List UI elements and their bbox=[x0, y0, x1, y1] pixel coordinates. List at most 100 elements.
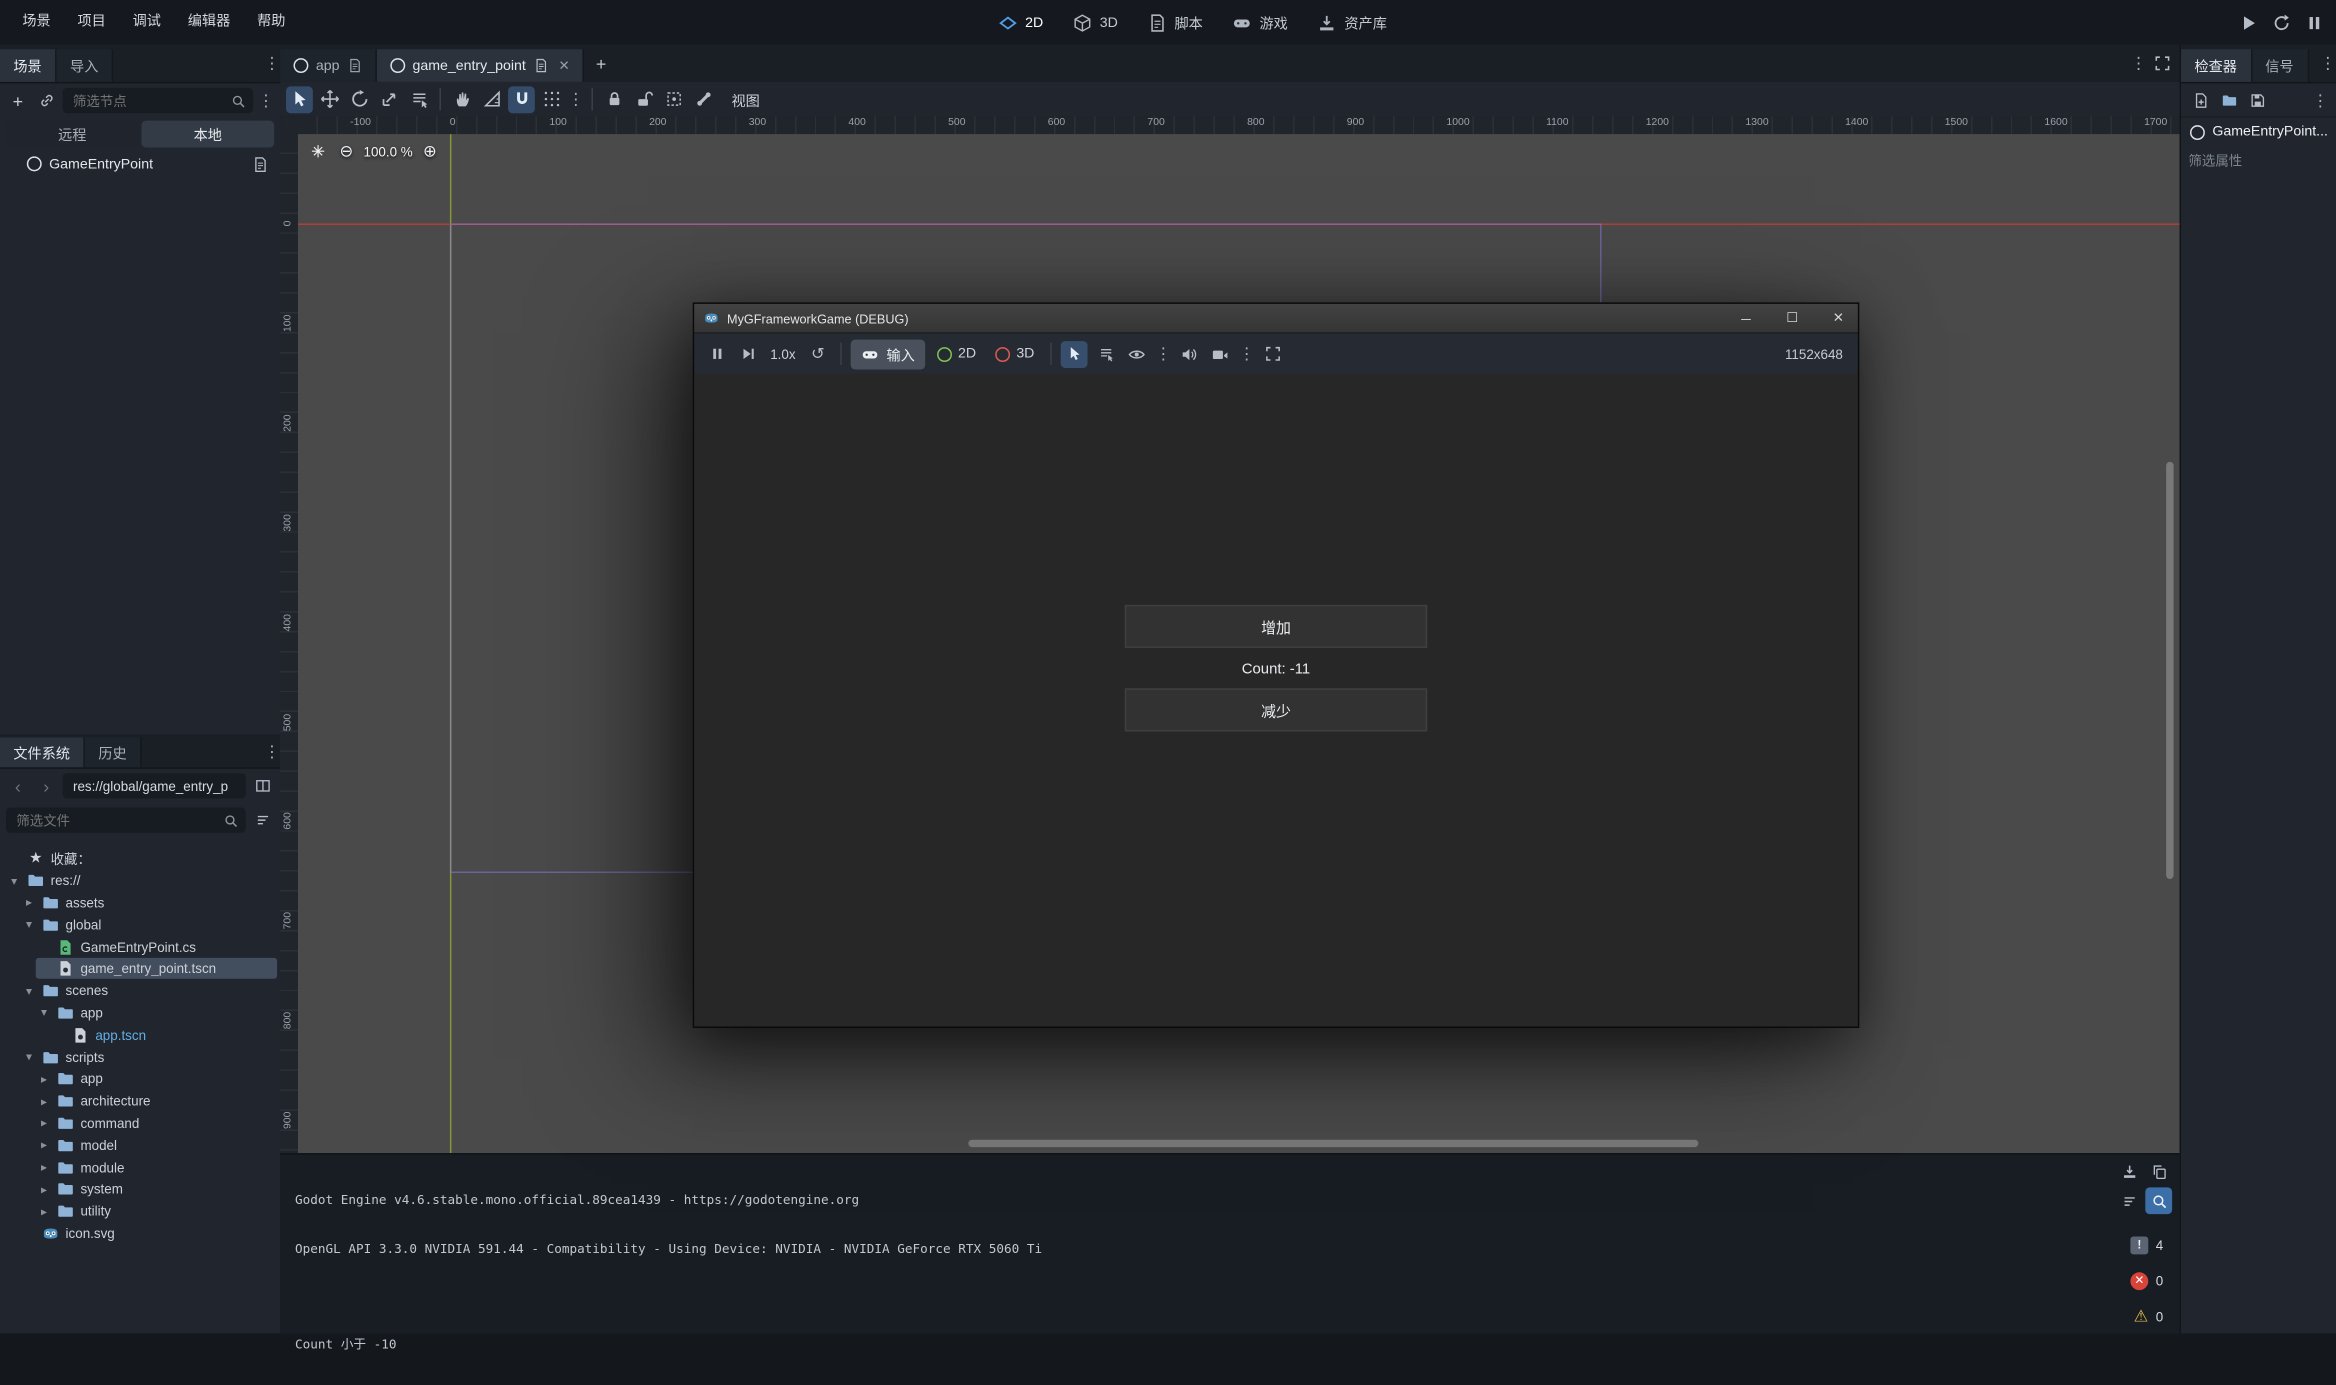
log-count-badge[interactable]: ! 4 bbox=[2130, 1235, 2167, 1254]
camera-menu-icon[interactable]: ⋮ bbox=[1239, 344, 1255, 363]
file-row[interactable]: icon.svg bbox=[0, 1222, 280, 1244]
game-window-titlebar[interactable]: MyGFrameworkGame (DEBUG) ─ ☐ ✕ bbox=[694, 304, 1858, 334]
tree-arrow-icon[interactable]: ▾ bbox=[22, 918, 35, 931]
inspected-node-row[interactable]: GameEntryPoint... bbox=[2181, 118, 2336, 146]
maximize-icon[interactable]: ☐ bbox=[1773, 304, 1812, 332]
increase-button[interactable]: 增加 bbox=[1125, 605, 1427, 648]
next-frame-icon[interactable] bbox=[734, 340, 761, 367]
copy-log-icon[interactable] bbox=[2145, 1158, 2172, 1185]
tree-arrow-icon[interactable]: ▸ bbox=[37, 1094, 50, 1107]
file-row[interactable]: ▾scripts bbox=[0, 1046, 280, 1068]
file-row[interactable]: ★收藏： bbox=[0, 848, 280, 870]
tree-arrow-icon[interactable]: ▾ bbox=[37, 1006, 50, 1019]
decrease-button[interactable]: 减少 bbox=[1125, 688, 1427, 731]
file-row[interactable]: ▸command bbox=[0, 1112, 280, 1134]
restart-icon[interactable] bbox=[2267, 9, 2294, 36]
tab-filesystem[interactable]: 文件系统 bbox=[0, 737, 85, 767]
split-mode-icon[interactable] bbox=[250, 774, 274, 798]
tree-arrow-icon[interactable]: ▾ bbox=[22, 984, 35, 997]
open-script-icon[interactable] bbox=[247, 152, 271, 176]
minimize-icon[interactable]: ─ bbox=[1727, 304, 1766, 332]
mode-2d-radio[interactable]: 2D bbox=[930, 346, 984, 362]
expand-viewport-icon[interactable] bbox=[2150, 51, 2174, 75]
camera-override-icon[interactable] bbox=[1207, 340, 1234, 367]
file-row[interactable]: ▸assets bbox=[0, 892, 280, 914]
pause-game-icon[interactable] bbox=[703, 340, 730, 367]
file-row[interactable]: ▸utility bbox=[0, 1200, 280, 1222]
scale-tool-icon[interactable] bbox=[375, 86, 402, 113]
tree-arrow-icon[interactable]: ▸ bbox=[37, 1183, 50, 1196]
file-row[interactable]: ▸model bbox=[0, 1134, 280, 1156]
file-row[interactable]: ▸app bbox=[0, 1068, 280, 1090]
local-button[interactable]: 本地 bbox=[142, 121, 275, 148]
tree-arrow-icon[interactable]: ▸ bbox=[37, 1205, 50, 1218]
node-filter-input[interactable] bbox=[70, 92, 226, 110]
zoom-level[interactable]: 100.0 % bbox=[364, 144, 413, 159]
play-icon[interactable] bbox=[2235, 9, 2262, 36]
tree-arrow-icon[interactable]: ▾ bbox=[7, 874, 20, 887]
load-resource-icon[interactable] bbox=[2217, 88, 2241, 112]
file-row[interactable]: ▾app bbox=[0, 1002, 280, 1024]
scene-tree-menu-icon[interactable]: ⋮ bbox=[258, 91, 274, 110]
tree-arrow-icon[interactable]: ▸ bbox=[22, 896, 35, 909]
close-tab-icon[interactable]: ✕ bbox=[559, 57, 570, 73]
h-scrollbar[interactable] bbox=[968, 1140, 1698, 1147]
resource-menu-icon[interactable]: ⋮ bbox=[2312, 90, 2328, 109]
workspace-game[interactable]: 游戏 bbox=[1222, 7, 1298, 37]
file-row[interactable]: ▾global bbox=[0, 914, 280, 936]
nav-forward-icon[interactable]: › bbox=[34, 774, 58, 798]
tab-inspector[interactable]: 检查器 bbox=[2181, 49, 2252, 82]
visibility-icon[interactable] bbox=[1124, 340, 1151, 367]
selection-menu-icon[interactable]: ⋮ bbox=[1155, 344, 1171, 363]
mute-audio-icon[interactable] bbox=[1176, 340, 1203, 367]
zoom-in-icon[interactable]: ⊕ bbox=[419, 140, 441, 162]
zoom-out-icon[interactable]: ⊖ bbox=[335, 140, 357, 162]
file-row[interactable]: ▸module bbox=[0, 1156, 280, 1178]
path-bar[interactable] bbox=[63, 773, 246, 798]
ruler-tool-icon[interactable] bbox=[478, 86, 505, 113]
snap-options-icon[interactable] bbox=[538, 86, 565, 113]
mode-3d-radio[interactable]: 3D bbox=[988, 346, 1042, 362]
view-menu[interactable]: 视图 bbox=[720, 89, 772, 110]
menu-editor[interactable]: 编辑器 bbox=[174, 0, 243, 45]
new-resource-icon[interactable] bbox=[2189, 88, 2213, 112]
new-scene-tab-icon[interactable]: + bbox=[589, 51, 613, 75]
menu-help[interactable]: 帮助 bbox=[244, 0, 299, 45]
file-row[interactable]: GameEntryPoint.cs bbox=[0, 936, 280, 958]
game-window[interactable]: MyGFrameworkGame (DEBUG) ─ ☐ ✕ 1.0x ↺ 输入… bbox=[693, 302, 1860, 1028]
workspace-script[interactable]: 脚本 bbox=[1137, 7, 1213, 37]
group-icon[interactable] bbox=[660, 86, 687, 113]
workspace-3d[interactable]: 3D bbox=[1063, 8, 1129, 36]
filter-log-icon[interactable] bbox=[2116, 1187, 2143, 1214]
property-filter[interactable]: 筛选属性 bbox=[2189, 147, 2329, 171]
search-log-icon[interactable] bbox=[2145, 1187, 2172, 1214]
tab-history[interactable]: 历史 bbox=[85, 737, 142, 767]
menu-scene[interactable]: 场景 bbox=[9, 0, 64, 45]
pause-icon[interactable] bbox=[2300, 9, 2327, 36]
reset-speed-icon[interactable]: ↺ bbox=[805, 340, 832, 367]
save-log-icon[interactable] bbox=[2116, 1158, 2143, 1185]
scene-tab-game-entry-point[interactable]: game_entry_point ✕ bbox=[377, 49, 585, 82]
pick-node-icon[interactable] bbox=[1061, 340, 1088, 367]
select-tool-icon[interactable] bbox=[286, 86, 313, 113]
menu-project[interactable]: 项目 bbox=[64, 0, 119, 45]
list-select-icon[interactable] bbox=[405, 86, 432, 113]
inspector-menu-icon[interactable]: ⋮ bbox=[2320, 54, 2336, 73]
tab-import-dock[interactable]: 导入 bbox=[57, 49, 114, 82]
tab-scene-dock[interactable]: 场景 bbox=[0, 49, 57, 82]
node-filter[interactable] bbox=[63, 88, 254, 113]
file-filter-input[interactable] bbox=[13, 811, 219, 829]
scene-tab-app[interactable]: app bbox=[280, 49, 377, 82]
embed-fullscreen-icon[interactable] bbox=[1259, 340, 1286, 367]
warning-count-badge[interactable]: ⚠ 0 bbox=[2134, 1307, 2168, 1326]
nav-back-icon[interactable]: ‹ bbox=[6, 774, 30, 798]
file-row[interactable]: ▸architecture bbox=[0, 1090, 280, 1112]
snap-menu-icon[interactable]: ⋮ bbox=[568, 89, 584, 108]
close-icon[interactable]: ✕ bbox=[1819, 304, 1858, 332]
center-view-icon[interactable] bbox=[307, 140, 329, 162]
unlock-icon[interactable] bbox=[630, 86, 657, 113]
sort-files-icon[interactable] bbox=[250, 808, 274, 832]
file-filter[interactable] bbox=[6, 807, 246, 832]
tree-arrow-icon[interactable]: ▸ bbox=[37, 1117, 50, 1130]
save-resource-icon[interactable] bbox=[2245, 88, 2269, 112]
